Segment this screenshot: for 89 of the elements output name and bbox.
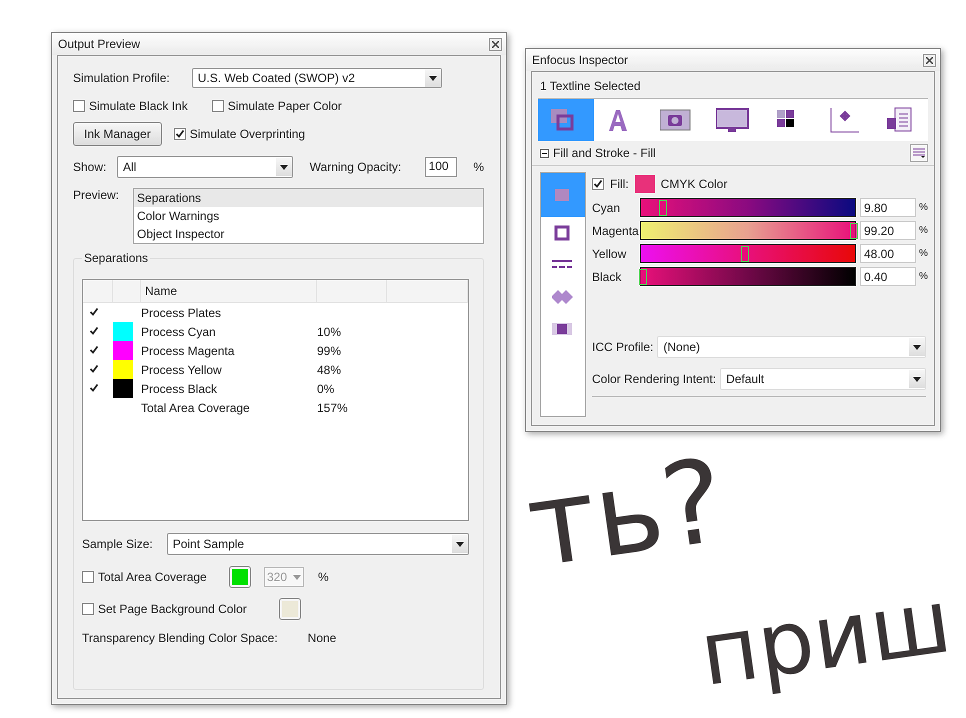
channel-label: Black xyxy=(592,270,622,284)
selection-status: 1 Textline Selected xyxy=(539,78,642,95)
dropdown-caret-icon xyxy=(452,535,468,553)
channel-label: Magenta xyxy=(592,224,640,238)
field-label: Simulation Profile: xyxy=(73,71,170,85)
monitor-tab-icon xyxy=(716,107,750,133)
field-label: Transparency Blending Color Space: xyxy=(82,631,278,645)
window-title: Enfocus Inspector xyxy=(532,53,628,67)
dropdown-caret-icon xyxy=(909,370,925,388)
dropdown-caret-icon xyxy=(293,574,301,580)
transparency-icon xyxy=(552,320,574,338)
channel-slider[interactable] xyxy=(640,198,856,217)
table-cell: 157% xyxy=(317,400,348,414)
list-item[interactable]: Color Warnings xyxy=(134,207,483,225)
channel-value-field[interactable]: 48.00 xyxy=(860,244,916,263)
close-icon[interactable] xyxy=(923,54,936,66)
show-dropdown[interactable]: All xyxy=(117,156,293,178)
table-cell-text: Process Black xyxy=(141,382,218,396)
fill-swatch[interactable] xyxy=(634,175,655,193)
color-swatch[interactable] xyxy=(280,599,300,619)
window-title: Output Preview xyxy=(58,37,140,51)
table-cell-text: Process Magenta xyxy=(141,344,236,358)
menu-icon[interactable] xyxy=(910,144,928,162)
field-label: Show: xyxy=(73,160,105,174)
dropdown-caret-icon xyxy=(276,158,292,176)
checkbox[interactable] xyxy=(592,178,604,190)
field-label: Preview: xyxy=(73,188,120,202)
channel-label: Yellow xyxy=(592,246,628,260)
unit-label: % xyxy=(918,271,926,282)
table-cell-text: Process Yellow xyxy=(141,362,223,376)
field-label: Sample Size: xyxy=(82,537,153,551)
checkbox[interactable] xyxy=(73,100,85,112)
checkbox[interactable] xyxy=(88,306,100,318)
warning-opacity-field[interactable]: 100 xyxy=(424,157,458,177)
color-mode: CMYK Color xyxy=(660,177,728,191)
unit-label: % xyxy=(918,225,926,236)
field-label: Fill: xyxy=(610,177,629,191)
rendering-intent-dropdown[interactable]: Default xyxy=(720,368,926,390)
slider-thumb[interactable] xyxy=(638,269,647,285)
checkbox-label: Simulate Paper Color xyxy=(228,99,342,113)
checkbox[interactable] xyxy=(174,128,186,140)
dropdown-caret-icon xyxy=(424,69,441,87)
icc-profile-dropdown[interactable]: (None) xyxy=(657,336,926,358)
table-cell: 99% xyxy=(317,344,342,358)
ink-manager-button[interactable]: Ink Manager xyxy=(73,122,162,146)
channel-label: Cyan xyxy=(592,200,622,214)
checkbox[interactable] xyxy=(82,603,94,615)
checkbox[interactable] xyxy=(88,324,100,336)
list-item[interactable]: Separations xyxy=(134,189,483,207)
checkbox[interactable] xyxy=(212,100,224,112)
checkbox-label: Simulate Overprinting xyxy=(190,127,306,141)
field-label: Warning Opacity: xyxy=(310,160,402,174)
slider-thumb[interactable] xyxy=(740,246,749,262)
checkbox-label: Set Page Background Color xyxy=(98,602,247,616)
slider-thumb[interactable] xyxy=(850,223,858,239)
channel-value-field[interactable]: 99.20 xyxy=(860,221,916,240)
slider-thumb[interactable] xyxy=(658,200,667,216)
field-label: Color Rendering Intent: xyxy=(592,372,716,386)
unit-label: % xyxy=(918,248,926,259)
sample-size-dropdown[interactable]: Point Sample xyxy=(166,533,469,555)
checkbox[interactable] xyxy=(88,362,100,374)
checkbox[interactable] xyxy=(88,344,100,356)
table-cell-text: Total Area Coverage xyxy=(141,400,251,414)
collapse-icon[interactable] xyxy=(540,148,549,158)
overprint-icon xyxy=(552,288,574,306)
unit-label: % xyxy=(473,160,484,174)
checkbox-label: Simulate Black Ink xyxy=(89,99,188,113)
channel-value-field[interactable]: 9.80 xyxy=(860,198,916,217)
dropdown-caret-icon xyxy=(909,338,925,356)
group-label: Separations xyxy=(82,251,150,265)
table-cell: 48% xyxy=(317,362,342,376)
channel-slider[interactable] xyxy=(640,267,856,286)
close-icon[interactable] xyxy=(489,38,502,50)
table-cell: 10% xyxy=(317,324,342,338)
checkbox[interactable] xyxy=(88,382,100,394)
checkbox-label: Total Area Coverage xyxy=(98,570,207,584)
table-cell: 0% xyxy=(317,382,334,396)
channel-slider[interactable] xyxy=(640,221,856,240)
unit-label: % xyxy=(318,570,329,584)
field-label: ICC Profile: xyxy=(592,340,654,354)
table-cell-text: Process Plates xyxy=(141,306,222,320)
field-value: None xyxy=(308,631,336,645)
channel-value-field[interactable]: 0.40 xyxy=(860,267,916,286)
section-title: Fill and Stroke - Fill xyxy=(553,146,656,160)
table-cell-text: Process Cyan xyxy=(141,324,217,338)
list-item[interactable]: Object Inspector xyxy=(134,225,483,243)
unit-label: % xyxy=(918,202,926,213)
channel-slider[interactable] xyxy=(640,244,856,263)
simulation-profile-dropdown[interactable]: U.S. Web Coated (SWOP) v2 xyxy=(192,68,442,88)
